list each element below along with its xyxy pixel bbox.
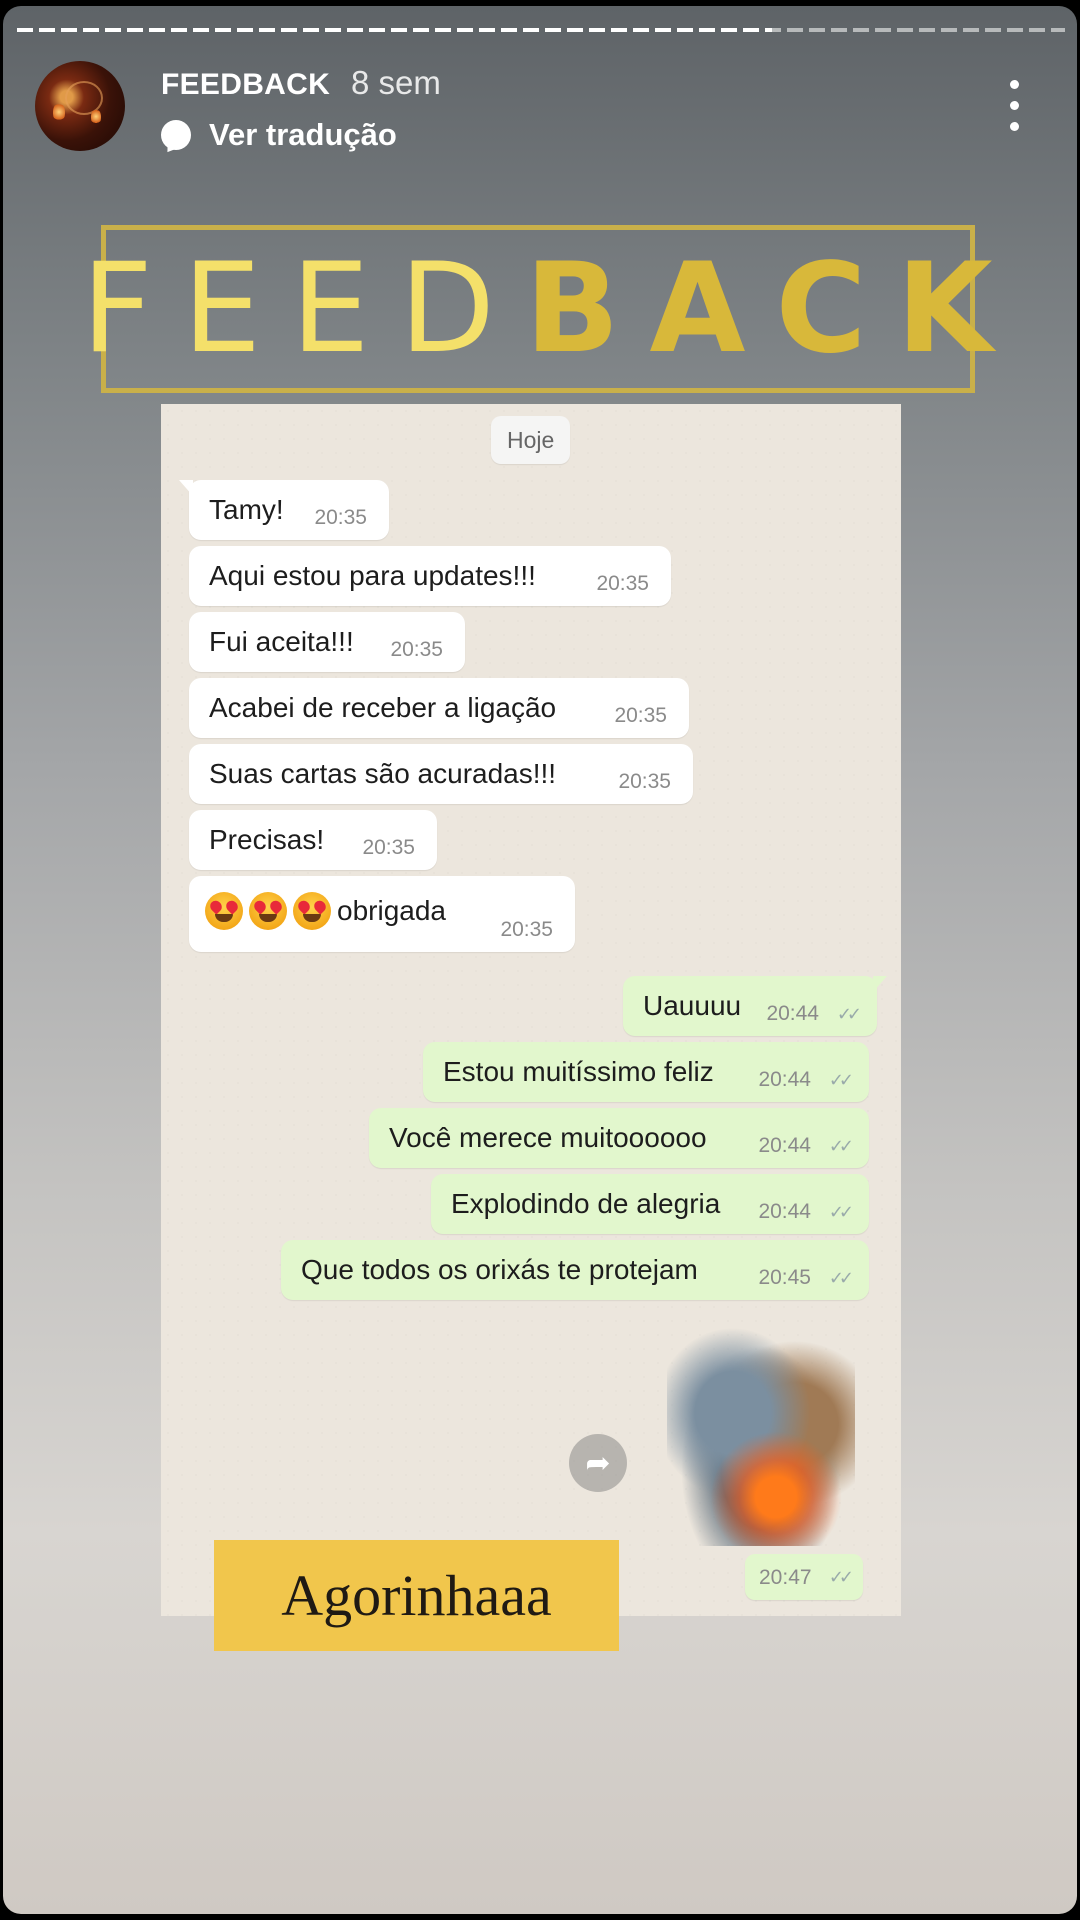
incoming-message: Tamy! 20:35: [179, 480, 389, 540]
sticker-timestamp: 20:47 ✓✓: [745, 1554, 863, 1600]
message-text: Precisas!: [209, 824, 325, 855]
message-content: obrigada: [189, 892, 446, 930]
read-receipt-icon: ✓✓: [828, 1202, 854, 1222]
message-time: 20:35: [618, 770, 671, 793]
heart-eyes-emoji: [293, 892, 331, 930]
hug-sticker: [667, 1324, 855, 1546]
speech-bubble-icon: [161, 120, 191, 150]
translate-button[interactable]: Ver tradução: [161, 114, 397, 156]
message-text: Você merece muitoooooo: [389, 1122, 707, 1153]
title-part-light: FEED: [81, 237, 525, 381]
message-time: 20:35: [596, 572, 649, 595]
read-receipt-icon: ✓✓: [836, 1004, 862, 1024]
message-time: 20:44: [758, 1200, 811, 1223]
read-receipt-icon: ✓✓: [828, 1136, 854, 1156]
message-time: 20:35: [614, 704, 667, 727]
translate-label: Ver tradução: [209, 117, 397, 152]
post-time: 8 sem: [351, 64, 441, 101]
story-progress-bar: [17, 28, 1065, 32]
candle-flame: [91, 109, 101, 124]
heart-eyes-emoji: [205, 892, 243, 930]
read-receipt-icon: ✓✓: [828, 1070, 854, 1090]
message-text: Acabei de receber a ligação: [209, 692, 557, 723]
incoming-message: Aqui estou para updates!!! 20:35: [189, 546, 671, 606]
message-time: 20:35: [390, 638, 443, 661]
heart-eyes-emoji: [249, 892, 287, 930]
chat-screenshot: Hoje Tamy! 20:35 Aqui estou para updates…: [161, 404, 901, 1616]
outgoing-message: Explodindo de alegria 20:44 ✓✓: [431, 1174, 869, 1234]
story-frame[interactable]: FEEDBACK 8 sem Ver tradução FEED BACK Hoj…: [3, 6, 1077, 1914]
read-receipt-icon: ✓✓: [828, 1268, 854, 1288]
title-part-bold: BACK: [524, 237, 1023, 381]
message-text: obrigada: [337, 895, 446, 926]
message-time: 20:35: [500, 918, 553, 941]
feedback-title: FEED BACK: [81, 230, 992, 388]
message-time: 20:44: [758, 1134, 811, 1157]
avatar[interactable]: [35, 61, 125, 151]
message-time: 20:35: [314, 506, 367, 529]
message-text: Fui aceita!!!: [209, 626, 354, 657]
incoming-message: obrigada 20:35: [189, 876, 575, 952]
caption-label: Agorinhaaa: [214, 1540, 619, 1651]
message-text: Explodindo de alegria: [451, 1188, 721, 1219]
message-text: Uauuuu: [643, 990, 742, 1021]
message-time: 20:44: [758, 1068, 811, 1091]
message-text: Estou muitíssimo feliz: [443, 1056, 714, 1087]
date-separator: Hoje: [491, 416, 571, 464]
outgoing-message: Que todos os orixás te protejam 20:45 ✓✓: [281, 1240, 869, 1300]
message-text: Que todos os orixás te protejam: [301, 1254, 698, 1285]
outgoing-message: Uauuuu 20:44 ✓✓: [623, 976, 887, 1036]
progress-fill: [17, 28, 772, 32]
incoming-message: Suas cartas são acuradas!!! 20:35: [189, 744, 693, 804]
message-time: 20:45: [758, 1266, 811, 1289]
more-options-icon[interactable]: [1001, 80, 1029, 132]
bubble-tail: [179, 480, 193, 496]
incoming-message: Precisas! 20:35: [189, 810, 437, 870]
bubble-tail: [873, 976, 887, 992]
incoming-message: Acabei de receber a ligação 20:35: [189, 678, 689, 738]
username[interactable]: FEEDBACK: [161, 68, 330, 102]
feedback-title-frame: FEED BACK: [81, 225, 993, 393]
message-time: 20:47: [759, 1566, 812, 1589]
outgoing-message: Estou muitíssimo feliz 20:44 ✓✓: [423, 1042, 869, 1102]
message-text: Suas cartas são acuradas!!!: [209, 758, 557, 789]
outgoing-message: Você merece muitoooooo 20:44 ✓✓: [369, 1108, 869, 1168]
candle-flame: [53, 103, 65, 121]
incoming-message: Fui aceita!!! 20:35: [189, 612, 465, 672]
forward-icon[interactable]: ➦: [569, 1434, 627, 1492]
message-text: Aqui estou para updates!!!: [209, 560, 536, 591]
message-time: 20:44: [766, 1002, 819, 1025]
read-receipt-icon: ✓✓: [828, 1567, 854, 1587]
message-text: Tamy!: [209, 494, 284, 525]
message-time: 20:35: [362, 836, 415, 859]
